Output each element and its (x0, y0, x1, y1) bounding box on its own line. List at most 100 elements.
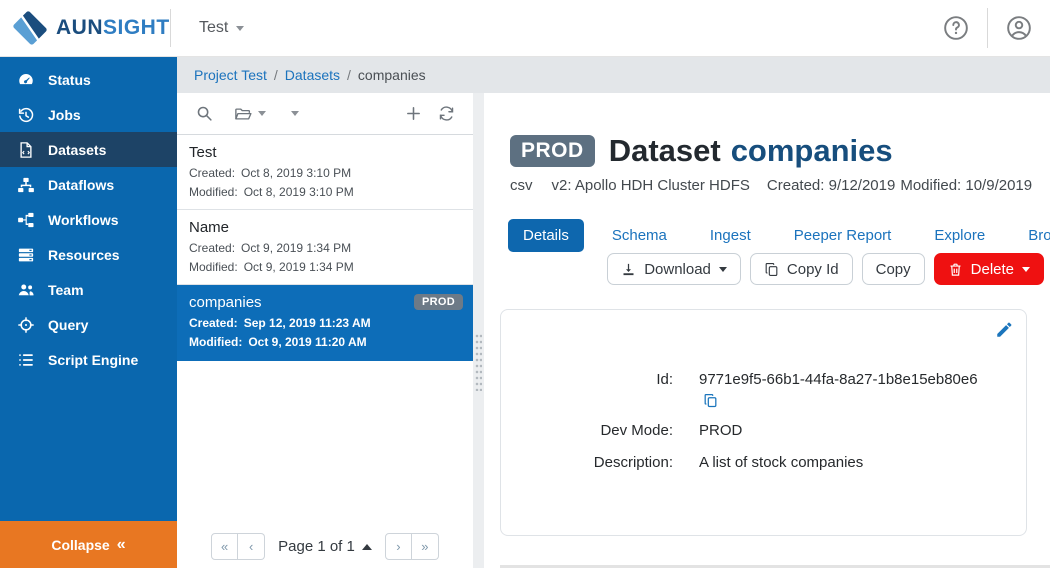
search-button[interactable] (196, 105, 213, 122)
tab-schema[interactable]: Schema (597, 219, 682, 252)
sidebar-item-label: Jobs (48, 106, 81, 123)
tab-ingest[interactable]: Ingest (695, 219, 766, 252)
sidebar-item-jobs[interactable]: Jobs (0, 97, 177, 132)
dataset-title-row: PROD Dataset companies (510, 133, 1050, 169)
pagination: « ‹ Page 1 of 1 › » (177, 533, 473, 560)
aunsight-logo-icon (13, 11, 47, 45)
dataset-header: PROD Dataset companies csv v2: Apollo HD… (510, 133, 1050, 194)
refresh-button[interactable] (438, 105, 455, 122)
sidebar-item-workflows[interactable]: Workflows (0, 202, 177, 237)
id-label: Id: (656, 371, 673, 388)
panel-resizer[interactable] (473, 93, 484, 568)
sidebar-item-status[interactable]: Status (0, 62, 177, 97)
prev-page-button[interactable]: ‹ (238, 533, 266, 560)
plus-icon (407, 107, 420, 120)
dataset-item-name: Test (189, 144, 217, 161)
users-icon (18, 284, 34, 295)
context-selector-label: Test (199, 19, 229, 36)
dataset-version: v2: Apollo HDH Cluster HDFS (551, 177, 750, 194)
sidebar-item-query[interactable]: Query (0, 307, 177, 342)
main-panel: PROD Dataset companies csv v2: Apollo HD… (484, 93, 1050, 568)
tabs: Details Schema Ingest Peeper Report Expl… (508, 219, 1050, 252)
sidebar-item-label: Resources (48, 246, 120, 263)
breadcrumb-project-link[interactable]: Project Test (194, 67, 267, 83)
tab-details[interactable]: Details (508, 219, 584, 252)
collapse-sidebar-button[interactable]: Collapse « (0, 521, 177, 568)
first-page-button[interactable]: « (211, 533, 239, 560)
sidebar-item-label: Script Engine (48, 351, 139, 368)
download-button[interactable]: Download (607, 253, 741, 285)
aunsight-logo[interactable]: AUNSIGHT (0, 8, 170, 48)
tab-peeper-report[interactable]: Peeper Report (779, 219, 907, 252)
sidebar: Status Jobs Datasets Dataflows Workflows… (0, 57, 177, 568)
sidebar-item-resources[interactable]: Resources (0, 237, 177, 272)
chevron-down-icon (258, 111, 266, 116)
dataset-list-item[interactable]: Name Created: Oct 9, 2019 1:34 PM Modifie… (177, 210, 473, 286)
folder-filter-dropdown[interactable] (233, 105, 266, 123)
prod-badge-large: PROD (510, 135, 595, 167)
copy-button-label: Copy (875, 260, 911, 278)
dataset-file-icon (20, 141, 32, 158)
page-indicator[interactable]: Page 1 of 1 (278, 538, 372, 555)
dataset-item-meta: Created: Oct 9, 2019 1:34 PM Modified: Oct… (189, 241, 354, 274)
download-button-label: Download (644, 260, 711, 278)
add-dataset-button[interactable] (405, 105, 422, 122)
breadcrumb-separator: / (347, 67, 351, 83)
dataset-format: csv (510, 177, 533, 194)
page-indicator-label: Page 1 of 1 (278, 538, 355, 555)
dataset-meta-row: csv v2: Apollo HDH Cluster HDFS Created:… (510, 177, 1050, 194)
chevron-down-icon (291, 111, 299, 116)
sidebar-item-label: Team (48, 281, 84, 298)
copy-id-inline-button[interactable] (703, 393, 719, 409)
copy-id-button[interactable]: Copy Id (749, 253, 853, 285)
last-page-button[interactable]: » (411, 533, 439, 560)
dataset-created: Created: 9/12/2019 (766, 177, 896, 194)
user-icon (1007, 16, 1031, 40)
resizer-grip-icon (475, 333, 482, 391)
tab-explore[interactable]: Explore (919, 219, 1000, 252)
app-root: AUNSIGHT Test Status Jobs Datasets Dataf… (0, 0, 1050, 568)
prod-badge: PROD (414, 294, 463, 311)
sitemap-icon (18, 177, 34, 192)
sidebar-item-label: Query (48, 316, 89, 333)
copy-button[interactable]: Copy (861, 253, 925, 285)
download-icon (623, 263, 634, 275)
dataset-list-item[interactable]: Test Created: Oct 8, 2019 3:10 PM Modifie… (177, 135, 473, 211)
list-icon (19, 353, 33, 366)
sort-dropdown[interactable] (286, 111, 299, 116)
edit-button[interactable] (995, 321, 1013, 344)
copy-icon (765, 262, 778, 276)
context-selector[interactable]: Test (199, 19, 245, 37)
sidebar-item-label: Dataflows (48, 176, 115, 193)
breadcrumb-current: companies (357, 67, 426, 83)
sidebar-item-label: Workflows (48, 211, 119, 228)
dataset-list-item-selected[interactable]: PROD companies Created: Sep 12, 2019 11:2… (177, 285, 473, 361)
user-menu-button[interactable] (1002, 11, 1036, 45)
delete-button[interactable]: Delete (933, 253, 1044, 285)
breadcrumb-datasets-link[interactable]: Datasets (285, 67, 340, 83)
next-page-button[interactable]: › (384, 533, 412, 560)
help-button[interactable] (939, 11, 973, 45)
sidebar-item-script-engine[interactable]: Script Engine (0, 342, 177, 377)
id-value: 9771e9f5-66b1-44fa-8a27-1b8e15eb80e6 (699, 371, 978, 388)
breadcrumb: Project Test / Datasets / companies (177, 57, 1050, 93)
tab-browse[interactable]: Browse (1013, 219, 1050, 252)
dataset-title-prefix: Dataset (608, 133, 721, 168)
trash-icon (950, 263, 961, 276)
description-label: Description: (593, 454, 673, 471)
caret-up-icon (361, 543, 372, 550)
dataset-item-meta: Created: Oct 8, 2019 3:10 PM Modified: Oct… (189, 166, 354, 199)
history-icon (18, 107, 34, 122)
sidebar-nav: Status Jobs Datasets Dataflows Workflows… (0, 57, 177, 377)
sidebar-item-dataflows[interactable]: Dataflows (0, 167, 177, 202)
dataset-list-panel: Test Created: Oct 8, 2019 3:10 PM Modifie… (177, 93, 473, 568)
dataset-item-name: Name (189, 219, 230, 237)
sidebar-item-datasets[interactable]: Datasets (0, 132, 177, 167)
sidebar-item-label: Status (48, 71, 91, 88)
list-toolbar (177, 93, 473, 135)
gauge-icon (19, 73, 33, 84)
folder-open-icon (235, 107, 252, 120)
sidebar-item-team[interactable]: Team (0, 272, 177, 307)
copy-icon (704, 393, 717, 408)
action-buttons: Download Copy Id Copy Delete (484, 253, 1050, 285)
